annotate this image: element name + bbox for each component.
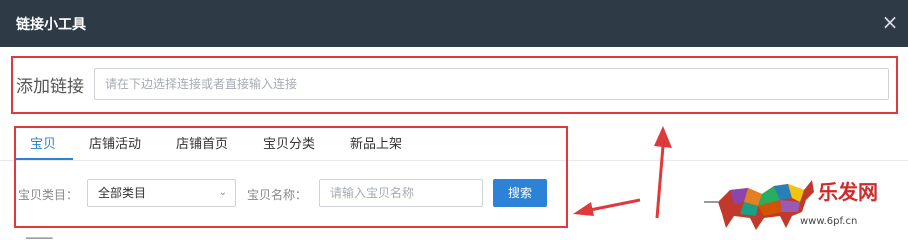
watermark-text: 乐发网 [818, 180, 878, 204]
table-header-cell: ──── [26, 232, 53, 240]
annotation-arrow-up [654, 126, 672, 219]
watermark-url: www.6pf.cn [800, 216, 858, 227]
annotation-arrow-left [573, 198, 641, 216]
